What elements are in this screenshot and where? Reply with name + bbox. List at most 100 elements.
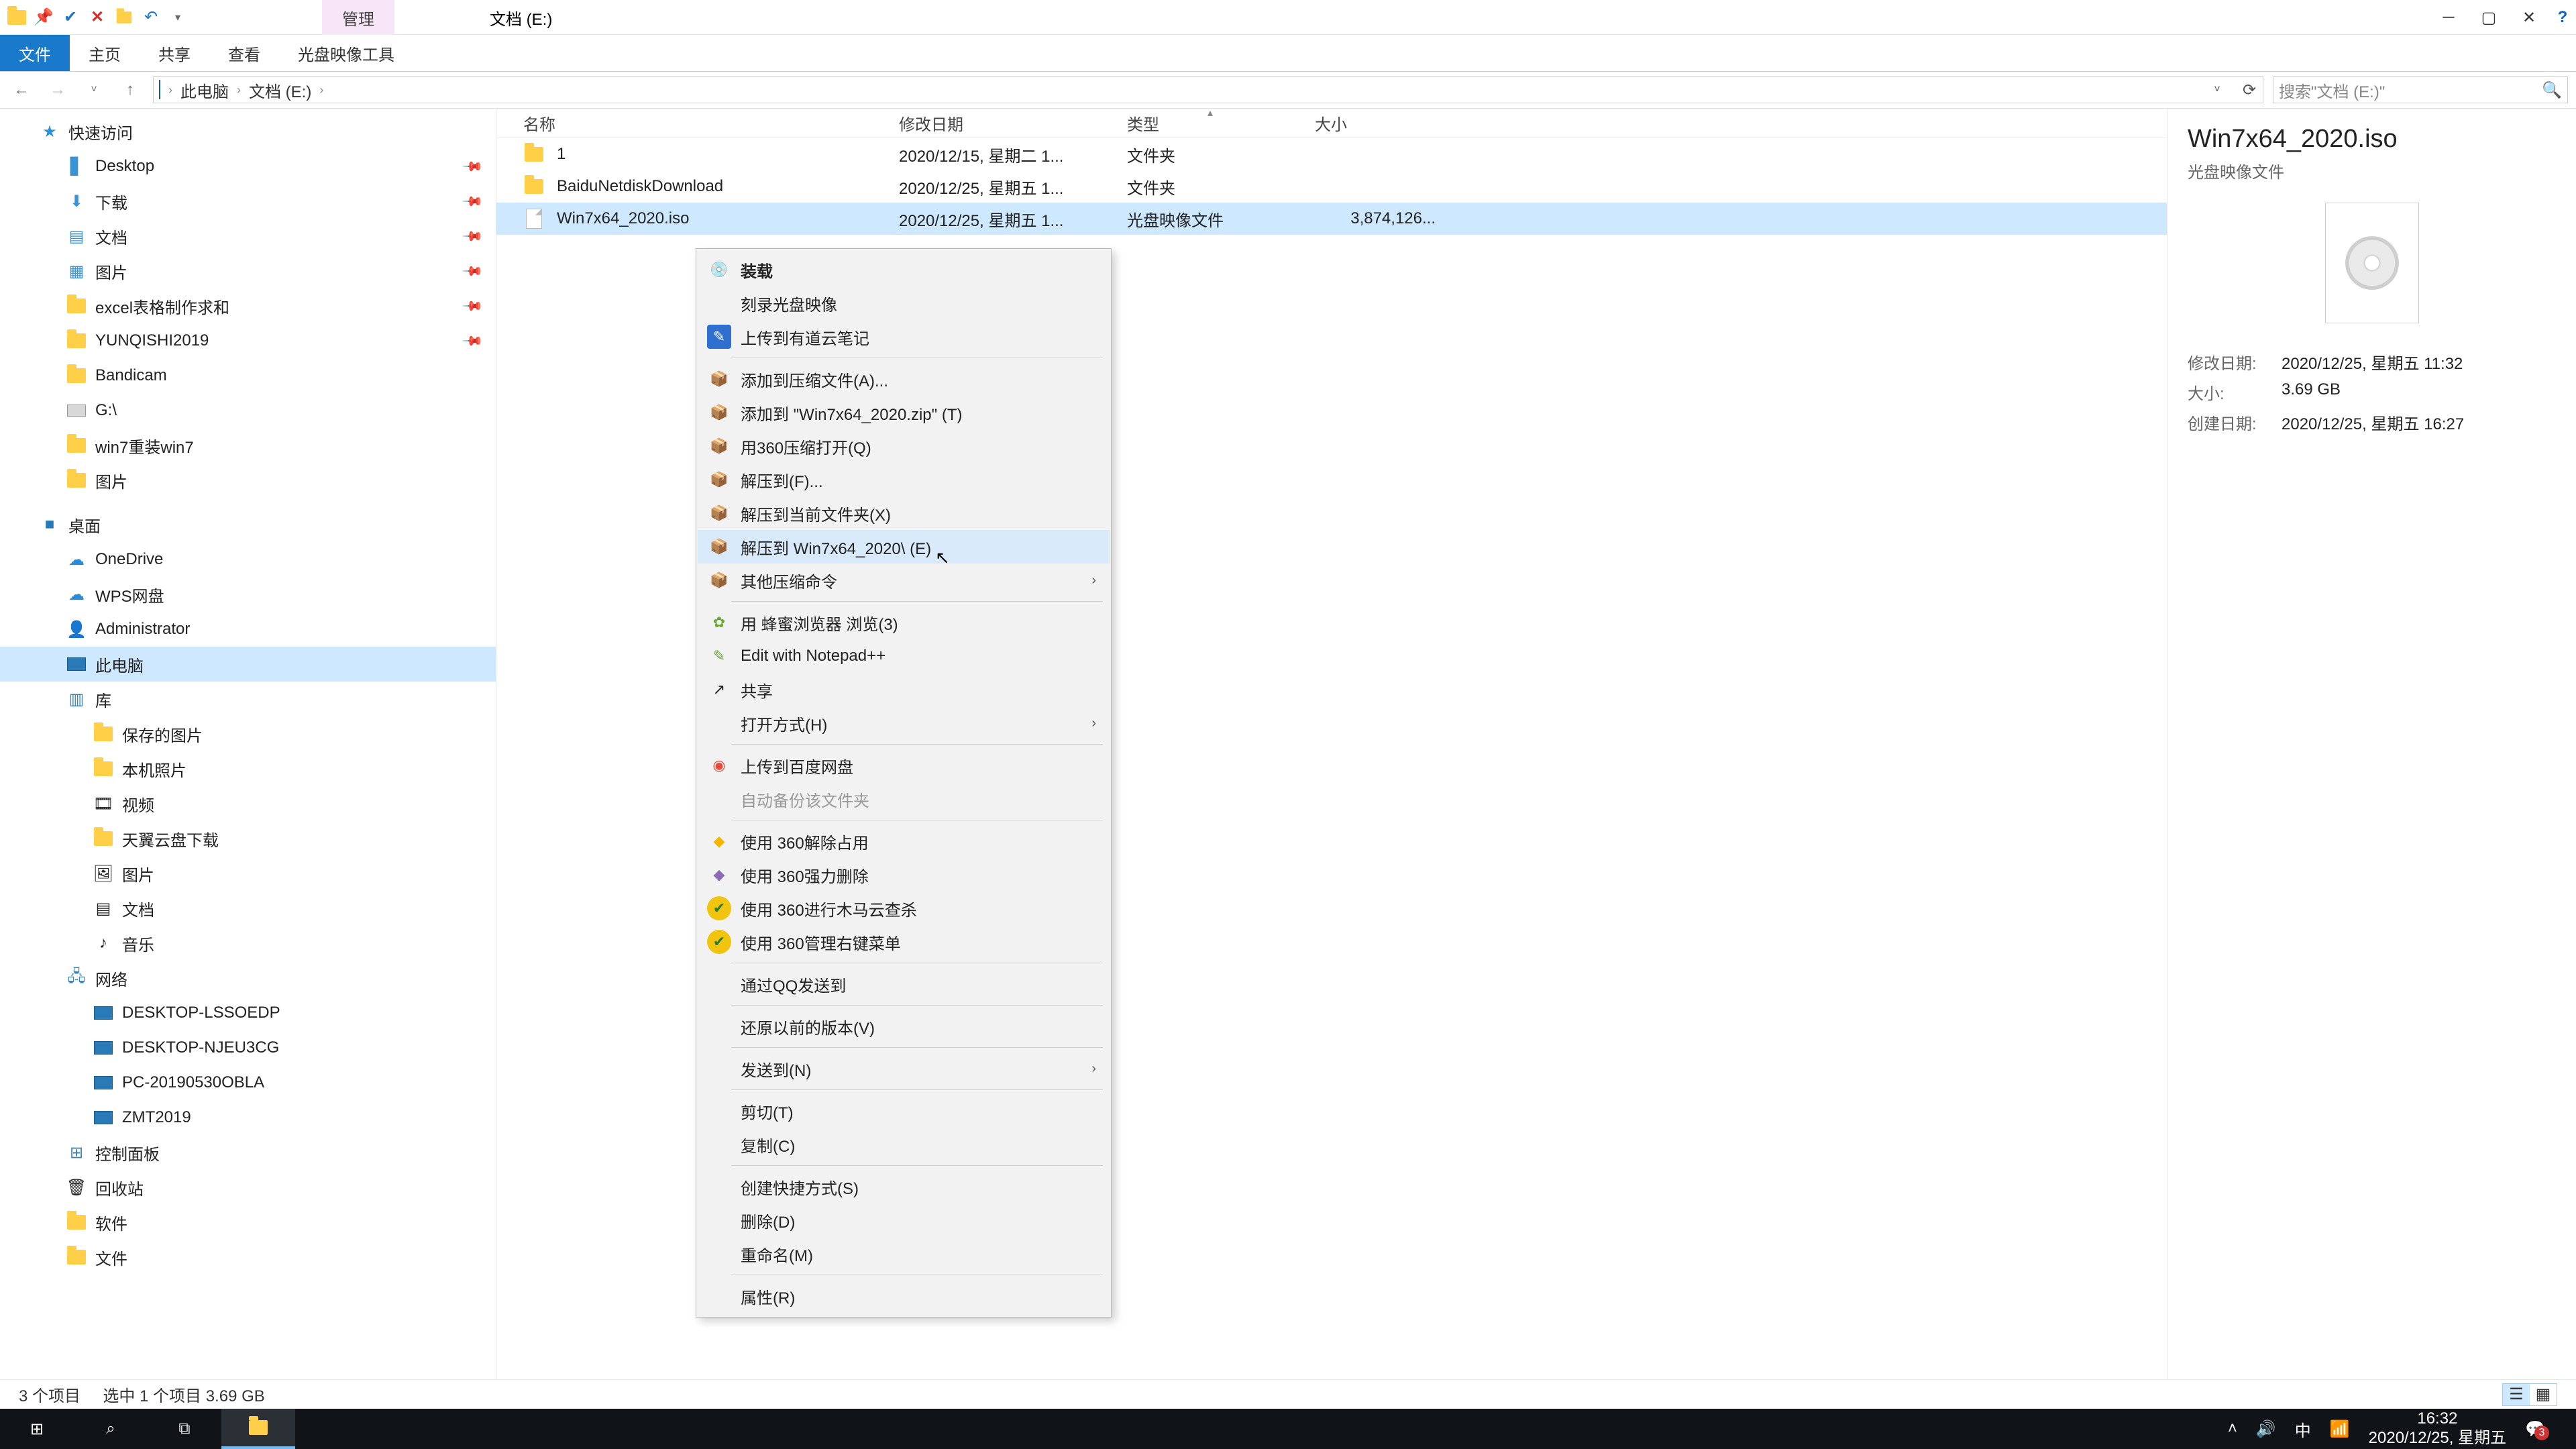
nav-quick-access[interactable]: ★快速访问 bbox=[0, 114, 496, 149]
action-center-icon[interactable]: 💬 bbox=[2525, 1419, 2545, 1439]
ctx-bee-browser[interactable]: ✿用 蜂蜜浏览器 浏览(3) bbox=[698, 606, 1110, 639]
contextual-tab-label[interactable]: 管理 bbox=[322, 0, 394, 35]
ctx-send-to[interactable]: 发送到(N)› bbox=[698, 1052, 1110, 1085]
chevron-right-icon[interactable]: › bbox=[168, 83, 172, 97]
ctx-other-compress[interactable]: 📦其他压缩命令› bbox=[698, 564, 1110, 597]
chevron-right-icon[interactable]: › bbox=[237, 83, 241, 97]
ctx-share[interactable]: ↗共享 bbox=[698, 673, 1110, 706]
pin-icon[interactable]: 📌 bbox=[34, 7, 54, 28]
nav-network-pc3[interactable]: PC-20190530OBLA bbox=[0, 1065, 496, 1100]
ctx-360-release[interactable]: ◆使用 360解除占用 bbox=[698, 824, 1110, 858]
ctx-open-360zip[interactable]: 📦用360压缩打开(Q) bbox=[698, 429, 1110, 463]
close-button[interactable]: ✕ bbox=[2509, 0, 2549, 35]
chevron-right-icon[interactable]: › bbox=[319, 83, 323, 97]
ctx-delete[interactable]: 删除(D) bbox=[698, 1203, 1110, 1237]
nav-files[interactable]: 文件 bbox=[0, 1240, 496, 1275]
nav-onedrive[interactable]: ☁OneDrive bbox=[0, 542, 496, 577]
nav-tianyi[interactable]: 天翼云盘下载 bbox=[0, 821, 496, 856]
up-button[interactable]: ↑ bbox=[117, 80, 144, 99]
ctx-add-zip[interactable]: 📦添加到 "Win7x64_2020.zip" (T) bbox=[698, 396, 1110, 429]
nav-win7reinstall[interactable]: win7重装win7 bbox=[0, 428, 496, 463]
nav-wps[interactable]: ☁WPS网盘 bbox=[0, 577, 496, 612]
ime-indicator[interactable]: 中 bbox=[2295, 1417, 2311, 1441]
nav-libraries[interactable]: ▥库 bbox=[0, 682, 496, 716]
nav-pictures-2[interactable]: 图片 bbox=[0, 463, 496, 498]
nav-bandicam[interactable]: Bandicam bbox=[0, 358, 496, 393]
nav-downloads[interactable]: ⬇下载📌 bbox=[0, 184, 496, 219]
nav-excel-folder[interactable]: excel表格制作求和📌 bbox=[0, 288, 496, 323]
nav-software[interactable]: 软件 bbox=[0, 1205, 496, 1240]
tab-view[interactable]: 查看 bbox=[209, 35, 279, 71]
help-button[interactable]: ? bbox=[2549, 0, 2576, 35]
undo-icon[interactable]: ↶ bbox=[141, 7, 161, 28]
nav-recycle-bin[interactable]: 🗑回收站 bbox=[0, 1170, 496, 1205]
check-icon[interactable]: ✔ bbox=[60, 7, 80, 28]
nav-documents[interactable]: ▤文档📌 bbox=[0, 219, 496, 254]
tab-share[interactable]: 共享 bbox=[140, 35, 209, 71]
tab-disc-tools[interactable]: 光盘映像工具 bbox=[279, 35, 413, 71]
start-button[interactable]: ⊞ bbox=[0, 1409, 74, 1449]
ctx-extract-to-folder[interactable]: 📦解压到 Win7x64_2020\ (E) bbox=[698, 530, 1110, 564]
network-tray-icon[interactable]: 📶 bbox=[2330, 1419, 2350, 1439]
nav-gdrive[interactable]: G:\ bbox=[0, 393, 496, 428]
table-row-selected[interactable]: Win7x64_2020.iso 2020/12/25, 星期五 1... 光盘… bbox=[496, 203, 2167, 235]
tab-home[interactable]: 主页 bbox=[70, 35, 140, 71]
file-explorer-task-button[interactable] bbox=[221, 1409, 295, 1449]
nav-network[interactable]: 🖧网络 bbox=[0, 961, 496, 996]
table-row[interactable]: 1 2020/12/15, 星期二 1... 文件夹 bbox=[496, 138, 2167, 170]
table-row[interactable]: BaiduNetdiskDownload 2020/12/25, 星期五 1..… bbox=[496, 170, 2167, 203]
ctx-open-with[interactable]: 打开方式(H)› bbox=[698, 706, 1110, 740]
task-view-button[interactable]: ⧉ bbox=[148, 1409, 221, 1449]
icons-view-button[interactable]: ▦ bbox=[2530, 1384, 2557, 1405]
nav-videos[interactable]: 🎞视频 bbox=[0, 786, 496, 821]
ctx-send-qq[interactable]: 通过QQ发送到 bbox=[698, 967, 1110, 1001]
minimize-button[interactable]: ─ bbox=[2428, 0, 2469, 35]
search-task-button[interactable]: ⌕ bbox=[74, 1409, 148, 1449]
ctx-burn[interactable]: 刻录光盘映像 bbox=[698, 286, 1110, 320]
nav-music-lib[interactable]: ♪音乐 bbox=[0, 926, 496, 961]
back-button[interactable]: ← bbox=[8, 80, 35, 99]
nav-pictures[interactable]: ▦图片📌 bbox=[0, 254, 496, 288]
nav-saved-pictures[interactable]: 保存的图片 bbox=[0, 716, 496, 751]
tab-file[interactable]: 文件 bbox=[0, 35, 70, 71]
nav-desktop-root[interactable]: ■桌面 bbox=[0, 507, 496, 542]
new-folder-icon[interactable] bbox=[114, 7, 134, 28]
search-input[interactable]: 搜索"文档 (E:)" 🔍 bbox=[2273, 76, 2568, 103]
column-name[interactable]: 名称 bbox=[523, 111, 899, 135]
nav-control-panel[interactable]: ⊞控制面板 bbox=[0, 1135, 496, 1170]
column-size[interactable]: 大小 bbox=[1315, 111, 1449, 135]
address-bar[interactable]: › 此电脑 › 文档 (E:) › ˅ ⟳ bbox=[153, 76, 2263, 103]
nav-pic-lib[interactable]: 🖼图片 bbox=[0, 856, 496, 891]
forward-button[interactable]: → bbox=[44, 80, 71, 99]
nav-network-pc4[interactable]: ZMT2019 bbox=[0, 1100, 496, 1135]
nav-network-pc2[interactable]: DESKTOP-NJEU3CG bbox=[0, 1030, 496, 1065]
column-type[interactable]: 类型 bbox=[1127, 111, 1315, 135]
tray-chevron-up-icon[interactable]: ˄ bbox=[2228, 1419, 2237, 1438]
nav-administrator[interactable]: 👤Administrator bbox=[0, 612, 496, 647]
ctx-create-shortcut[interactable]: 创建快捷方式(S) bbox=[698, 1170, 1110, 1203]
refresh-button[interactable]: ⟳ bbox=[2236, 80, 2263, 100]
ctx-360-scan[interactable]: ✔使用 360进行木马云查杀 bbox=[698, 892, 1110, 925]
ctx-cut[interactable]: 剪切(T) bbox=[698, 1094, 1110, 1128]
nav-desktop[interactable]: ▋Desktop📌 bbox=[0, 149, 496, 184]
ctx-properties[interactable]: 属性(R) bbox=[698, 1279, 1110, 1313]
ctx-copy[interactable]: 复制(C) bbox=[698, 1128, 1110, 1161]
nav-yunqishi[interactable]: YUNQISHI2019📌 bbox=[0, 323, 496, 358]
ctx-rename[interactable]: 重命名(M) bbox=[698, 1237, 1110, 1271]
nav-doc-lib[interactable]: ▤文档 bbox=[0, 891, 496, 926]
column-date[interactable]: 修改日期 bbox=[899, 111, 1127, 135]
nav-this-pc[interactable]: 此电脑 bbox=[0, 647, 496, 682]
ctx-notepad-plus[interactable]: ✎Edit with Notepad++ bbox=[698, 639, 1110, 673]
ctx-youdao[interactable]: ✎上传到有道云笔记 bbox=[698, 320, 1110, 354]
ctx-mount[interactable]: 💿装载 bbox=[698, 253, 1110, 286]
ctx-restore-versions[interactable]: 还原以前的版本(V) bbox=[698, 1010, 1110, 1043]
nav-local-photos[interactable]: 本机照片 bbox=[0, 751, 496, 786]
maximize-button[interactable]: ▢ bbox=[2469, 0, 2509, 35]
nav-network-pc1[interactable]: DESKTOP-LSSOEDP bbox=[0, 996, 496, 1030]
ctx-360-menu[interactable]: ✔使用 360管理右键菜单 bbox=[698, 925, 1110, 959]
close-red-icon[interactable]: ✕ bbox=[87, 7, 107, 28]
recent-dropdown[interactable]: ˅ bbox=[80, 84, 107, 96]
ctx-add-archive[interactable]: 📦添加到压缩文件(A)... bbox=[698, 362, 1110, 396]
path-this-pc[interactable]: 此电脑 bbox=[180, 78, 229, 102]
details-view-button[interactable]: ☰ bbox=[2503, 1384, 2530, 1405]
